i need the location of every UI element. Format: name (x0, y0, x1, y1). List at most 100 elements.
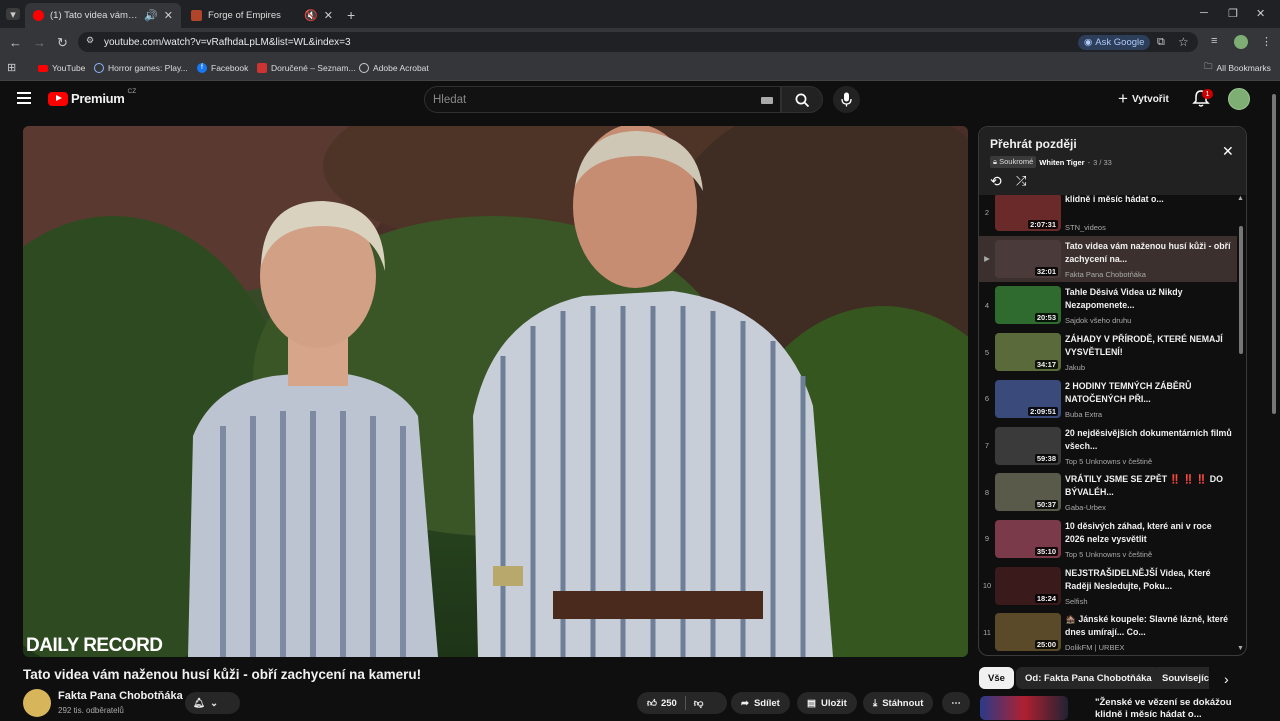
playlist-item-channel: Top 5 Unknowns v češtině (1065, 549, 1153, 559)
playlist-item[interactable]: ▶ 32:01 Tato videa vám naženou husí kůži -… (979, 235, 1237, 282)
youtube-play-icon (48, 91, 68, 106)
playlist-item-channel: Buba Extra (1065, 409, 1103, 419)
privacy-badge: 🔒︎ Soukromé (990, 156, 1037, 168)
bookmark-facebook[interactable]: f Facebook (197, 61, 248, 75)
share-button[interactable]: ➦ Sdílet (731, 692, 790, 714)
more-actions-button[interactable]: ⋯ (942, 692, 970, 714)
playlist-item-thumbnail[interactable]: 34:17 (995, 333, 1061, 372)
hamburger-menu-icon[interactable] (17, 92, 31, 104)
reading-list-icon[interactable]: ≡ (1211, 35, 1217, 47)
create-button[interactable]: + Vytvořit (1118, 89, 1169, 109)
scroll-down-icon[interactable]: ▼ (1237, 645, 1244, 652)
channel-avatar[interactable] (23, 689, 51, 717)
muted-speaker-icon[interactable]: 🔇 (304, 9, 318, 22)
address-bar[interactable]: ⚙ youtube.com/watch?v=vRafhdaLpLM&list=W… (78, 32, 1198, 52)
speaker-icon[interactable]: 🔊 (144, 9, 158, 22)
playlist-item[interactable]: 10 18:24 NEJSTRAŠIDELNĚJŠÍ Videa, Které Ra… (979, 563, 1237, 609)
all-bookmarks-folder[interactable]: 🗀 All Bookmarks (1204, 61, 1271, 75)
playlist-scroll-thumb[interactable] (1239, 226, 1243, 354)
chip-all[interactable]: Vše (979, 667, 1014, 689)
ask-google-button[interactable]: ◉ Ask Google (1078, 35, 1151, 50)
playlist-item-thumbnail[interactable]: 20:53 (995, 286, 1061, 325)
playlist-item-thumbnail[interactable]: 2:07:31 (995, 195, 1061, 231)
recommendation-thumbnail[interactable] (980, 696, 1068, 720)
restore-icon[interactable]: ❐ (1228, 7, 1238, 20)
thumbs-down-icon[interactable]: 👎︎ (694, 697, 704, 709)
playlist-item[interactable]: 4 20:53 Tahle Děsivá Videa už Nikdy Nezapo… (979, 282, 1237, 328)
site-info-icon[interactable]: ⚙ (86, 35, 94, 46)
tab-forge-of-empires[interactable]: Forge of Empires 🔇 ✕ (183, 3, 341, 28)
bookmark-star-icon[interactable]: ☆ (1178, 35, 1189, 49)
shuffle-icon[interactable]: ⤮ (1016, 173, 1026, 189)
chip-related[interactable]: Související (1153, 667, 1209, 689)
download-button[interactable]: ⤓ Stáhnout (863, 692, 934, 714)
close-playlist-icon[interactable]: ✕ (1222, 143, 1234, 160)
bookmark-youtube[interactable]: YouTube (38, 61, 85, 75)
facebook-icon: f (197, 63, 207, 73)
reload-icon[interactable]: ↻ (57, 35, 68, 51)
playlist-item-channel: DolikFM | URBEX (1065, 643, 1125, 653)
playlist-item[interactable]: 6 2:09:51 2 HODINY TEMNÝCH ZÁBĚRŮ NATOČENÝ… (979, 376, 1237, 422)
duration-badge: 18:24 (1034, 593, 1058, 603)
account-avatar[interactable] (1228, 88, 1250, 110)
playlist-item-thumbnail[interactable]: 2:09:51 (995, 379, 1061, 418)
playlist-owner[interactable]: Whiten Tiger (1039, 158, 1084, 167)
like-dislike-group: 👍︎ 250 👎︎ (637, 692, 727, 714)
recommendation-title[interactable]: "Ženské ve vězení se dokážou klidně i mě… (1095, 697, 1235, 721)
playlist-item[interactable]: 9 35:10 10 děsivých záhad, které ani v roc… (979, 516, 1237, 562)
playlist-item-channel: Sajdok všeho druhu (1065, 316, 1132, 326)
browser-menu-icon[interactable]: ⋮ (1261, 35, 1272, 48)
playlist-item-thumbnail[interactable]: 35:10 (995, 519, 1061, 558)
profile-avatar[interactable] (1234, 35, 1248, 49)
playlist-item-channel: Fakta Pana Chobotňáka (1065, 269, 1146, 279)
bookmark-seznam[interactable]: Doručené – Seznam... (257, 61, 356, 75)
duration-badge: 34:17 (1034, 360, 1058, 370)
like-button[interactable]: 👍︎ 250 (647, 697, 677, 710)
keyboard-icon[interactable] (761, 97, 773, 104)
playlist-item[interactable]: 8 50:37 VRÁTILY JSME SE ZPĚT ‼️ ‼️ ‼️ DO B… (979, 469, 1237, 515)
playlist-title[interactable]: Přehrát později (990, 137, 1077, 151)
playlist-item-channel: Top 5 Unknowns v češtině (1065, 456, 1153, 466)
close-window-icon[interactable]: ✕ (1256, 7, 1265, 20)
playlist-item-thumbnail[interactable]: 25:00 (995, 613, 1061, 652)
voice-search-button[interactable] (833, 86, 860, 113)
bookmark-horror-games[interactable]: Horror games: Play... (94, 61, 188, 75)
playlist-item[interactable]: 7 59:38 20 nejděsivějších dokumentárních f… (979, 423, 1237, 469)
minimize-icon[interactable]: ─ (1200, 7, 1208, 19)
tab-youtube[interactable]: (1) Tato videa vám naženou husí kůži - o… (25, 3, 181, 28)
notification-badge: 1 (1202, 89, 1213, 99)
duration-badge: 50:37 (1034, 500, 1058, 510)
bookmark-adobe-acrobat[interactable]: Adobe Acrobat (359, 61, 429, 75)
notification-bell-button[interactable]: 🔔︎ ⌄ (185, 692, 240, 714)
search-button[interactable] (781, 86, 823, 113)
playlist-item[interactable]: 5 34:17 ZÁHADY V PŘÍRODĚ, KTERÉ NEMAJÍ VYS… (979, 329, 1237, 375)
back-icon[interactable]: ← (9, 35, 22, 50)
url-text[interactable]: youtube.com/watch?v=vRafhdaLpLM&list=WL&… (104, 37, 351, 48)
youtube-premium-logo[interactable]: Premium CZ (48, 88, 136, 106)
youtube-favicon-icon (33, 10, 44, 21)
chevron-right-icon[interactable]: › (1224, 671, 1229, 687)
playlist-item-index: 6 (984, 394, 990, 404)
tab-search-icon[interactable]: ▾ (6, 8, 20, 21)
search-input[interactable]: Hledat (424, 86, 781, 113)
close-tab-icon[interactable]: ✕ (164, 9, 173, 22)
close-tab-icon[interactable]: ✕ (324, 9, 333, 22)
playlist-item-channel: Selfish (1065, 596, 1088, 606)
playlist-item-thumbnail[interactable]: 50:37 (995, 473, 1061, 512)
playlist-item[interactable]: 11 25:00 🏚️ Jánské koupele: Slavné lázně, … (979, 609, 1237, 655)
chip-from-channel[interactable]: Od: Fakta Pana Chobotňáka (1016, 667, 1161, 689)
channel-name[interactable]: Fakta Pana Chobotňáka (58, 690, 183, 702)
forward-icon[interactable]: → (33, 35, 46, 50)
page-scroll-thumb[interactable] (1272, 94, 1276, 414)
playlist-item-index: 8 (984, 487, 990, 497)
playlist-item[interactable]: 2 2:07:31 klidně i měsíc hádat o... STN_vid… (979, 195, 1237, 235)
save-button[interactable]: ▤ Uložit (797, 692, 857, 714)
cast-icon[interactable]: ⧉ (1157, 36, 1165, 49)
apps-grid-icon[interactable]: ⊞ (7, 61, 16, 74)
new-tab-icon[interactable]: + (347, 7, 355, 23)
loop-icon[interactable]: ⟲ (990, 173, 1002, 190)
playlist-item-thumbnail[interactable]: 32:01 (995, 239, 1061, 278)
playlist-item-thumbnail[interactable]: 59:38 (995, 426, 1061, 465)
scroll-up-icon[interactable]: ▲ (1237, 195, 1244, 202)
playlist-item-thumbnail[interactable]: 18:24 (995, 566, 1061, 605)
